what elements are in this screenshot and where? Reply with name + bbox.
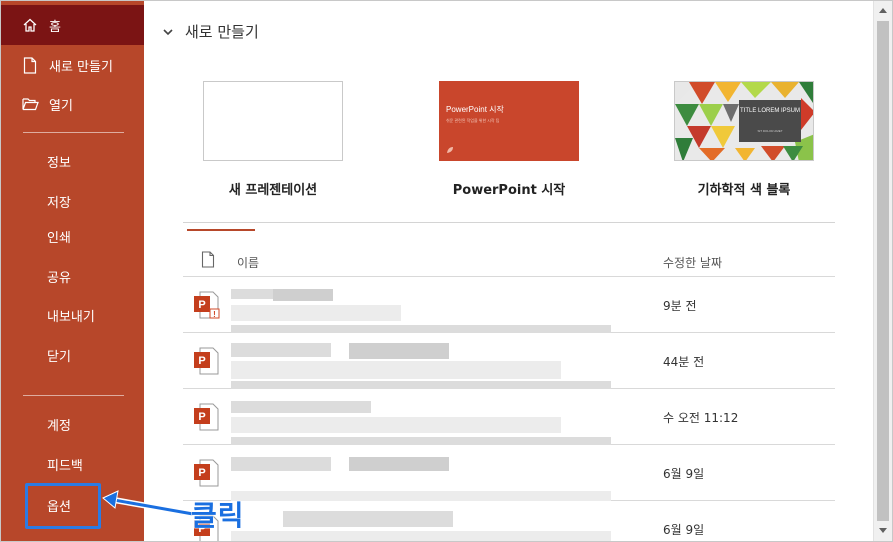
nav-save[interactable]: 저장 [1, 181, 144, 221]
powerpoint-file-icon: P [194, 403, 219, 431]
nav-print-label: 인쇄 [47, 230, 71, 246]
nav-home-label: 홈 [49, 19, 61, 35]
template-blank[interactable]: 새 프레젠테이션 [203, 81, 343, 198]
recent-file-row[interactable]: P 수 오전 11:12 [183, 389, 835, 445]
nav-save-label: 저장 [47, 195, 71, 211]
scroll-up-button[interactable] [874, 1, 892, 19]
powerpoint-file-icon: P [194, 459, 219, 487]
redacted-text [231, 417, 561, 433]
template-tour-name: PowerPoint 시작 [452, 183, 566, 198]
chevron-down-icon [163, 28, 173, 35]
template-geometric[interactable]: TITLE LOREM IPSUM SIT DOLOR AMET 기하학적 색 … [674, 81, 814, 198]
sidebar-divider [23, 132, 124, 133]
recent-file-row[interactable]: P 6월 9일 [183, 501, 835, 541]
template-blank-name: 새 프레젠테이션 [228, 183, 318, 198]
new-section-header[interactable]: 새로 만들기 [161, 21, 259, 42]
powerpoint-file-icon: P [194, 347, 219, 375]
nav-info-label: 정보 [47, 155, 71, 171]
nav-export-label: 내보내기 [47, 309, 95, 325]
svg-text:!: ! [213, 310, 216, 319]
svg-text:P: P [198, 467, 205, 479]
options-highlight-box [25, 483, 101, 529]
redacted-text [283, 511, 453, 527]
svg-text:P: P [198, 299, 205, 311]
recent-list-header: 이름 수정한 날짜 [183, 247, 835, 277]
redacted-text [273, 289, 333, 301]
vertical-scrollbar[interactable] [873, 1, 892, 541]
new-section-title: 새로 만들기 [185, 23, 259, 41]
redacted-text [231, 381, 611, 389]
nav-open-label: 열기 [49, 98, 73, 114]
scroll-down-button[interactable] [874, 522, 892, 540]
nav-feedback[interactable]: 피드백 [1, 444, 144, 484]
svg-text:P: P [198, 411, 205, 423]
column-name-header[interactable]: 이름 [237, 254, 259, 271]
redacted-text [231, 325, 611, 333]
redacted-text [231, 401, 371, 413]
redacted-text [231, 457, 331, 471]
recent-file-row[interactable]: P 6월 9일 [183, 445, 835, 501]
new-file-icon [21, 56, 39, 74]
nav-export[interactable]: 내보내기 [1, 295, 144, 335]
nav-home[interactable]: 홈 [1, 5, 144, 45]
nav-new[interactable]: 새로 만들기 [1, 45, 144, 85]
thumb-title: PowerPoint 시작 [446, 105, 504, 114]
redacted-text [231, 343, 331, 357]
thumb-subtitle: 쉬운 관련된 작업을 위한 시작 팁 [446, 118, 500, 123]
backstage-sidebar: 홈 새로 만들기 열기 정보 저장 인쇄 공유 내보내기 닫기 계정 피드백 옵… [1, 1, 144, 541]
nav-close-label: 닫기 [47, 349, 71, 365]
template-tour-thumbnail[interactable]: PowerPoint 시작 쉬운 관련된 작업을 위한 시작 팁 [439, 81, 579, 161]
svg-text:P: P [198, 355, 205, 367]
redacted-text [231, 437, 611, 445]
recent-tab-indicator[interactable] [187, 229, 255, 231]
nav-print[interactable]: 인쇄 [1, 216, 144, 256]
file-modified-date: 6월 9일 [663, 467, 705, 481]
powerpoint-file-icon: P ! [194, 291, 220, 319]
arrow-down-icon [879, 528, 887, 533]
template-geometric-name: 기하학적 색 블록 [697, 183, 791, 198]
file-modified-date: 44분 전 [663, 355, 705, 369]
file-modified-date: 수 오전 11:12 [663, 411, 739, 425]
template-blank-thumbnail[interactable] [203, 81, 343, 161]
column-date-header[interactable]: 수정한 날짜 [663, 254, 722, 271]
sidebar-divider [23, 395, 124, 396]
nav-close[interactable]: 닫기 [1, 335, 144, 375]
nav-open[interactable]: 열기 [1, 84, 144, 124]
file-modified-date: 6월 9일 [663, 523, 705, 537]
redacted-text [231, 491, 611, 501]
template-tour[interactable]: PowerPoint 시작 쉬운 관련된 작업을 위한 시작 팁 PowerPo… [439, 81, 579, 198]
redacted-text [231, 361, 561, 379]
open-folder-icon [21, 95, 39, 113]
nav-account[interactable]: 계정 [1, 404, 144, 444]
backstage-main: 새로 만들기 새 프레젠테이션 PowerPoint 시작 쉬운 관련된 작업을… [145, 1, 873, 541]
nav-share[interactable]: 공유 [1, 256, 144, 296]
nav-info[interactable]: 정보 [1, 141, 144, 181]
arrow-up-icon [879, 8, 887, 13]
template-geometric-thumbnail[interactable]: TITLE LOREM IPSUM SIT DOLOR AMET [674, 81, 814, 161]
document-icon [201, 251, 215, 268]
scrollbar-thumb[interactable] [877, 21, 889, 521]
redacted-text [349, 343, 449, 359]
nav-share-label: 공유 [47, 270, 71, 286]
redacted-text [349, 457, 449, 471]
nav-new-label: 새로 만들기 [49, 59, 113, 75]
file-modified-date: 9분 전 [663, 299, 697, 313]
recent-file-row[interactable]: P ! 9분 전 [183, 277, 835, 333]
annotation-arrow-icon [102, 490, 194, 517]
thumb-title: TITLE LOREM IPSUM [739, 108, 800, 114]
leaf-icon [447, 147, 453, 153]
thumb-subtitle: SIT DOLOR AMET [757, 129, 783, 133]
section-divider [183, 222, 835, 223]
redacted-text [231, 531, 611, 541]
recent-file-row[interactable]: P 44분 전 [183, 333, 835, 389]
home-icon [21, 16, 39, 34]
redacted-text [231, 305, 401, 321]
nav-feedback-label: 피드백 [47, 458, 83, 474]
nav-account-label: 계정 [47, 418, 71, 434]
annotation-click-label: 클릭 [191, 499, 245, 533]
